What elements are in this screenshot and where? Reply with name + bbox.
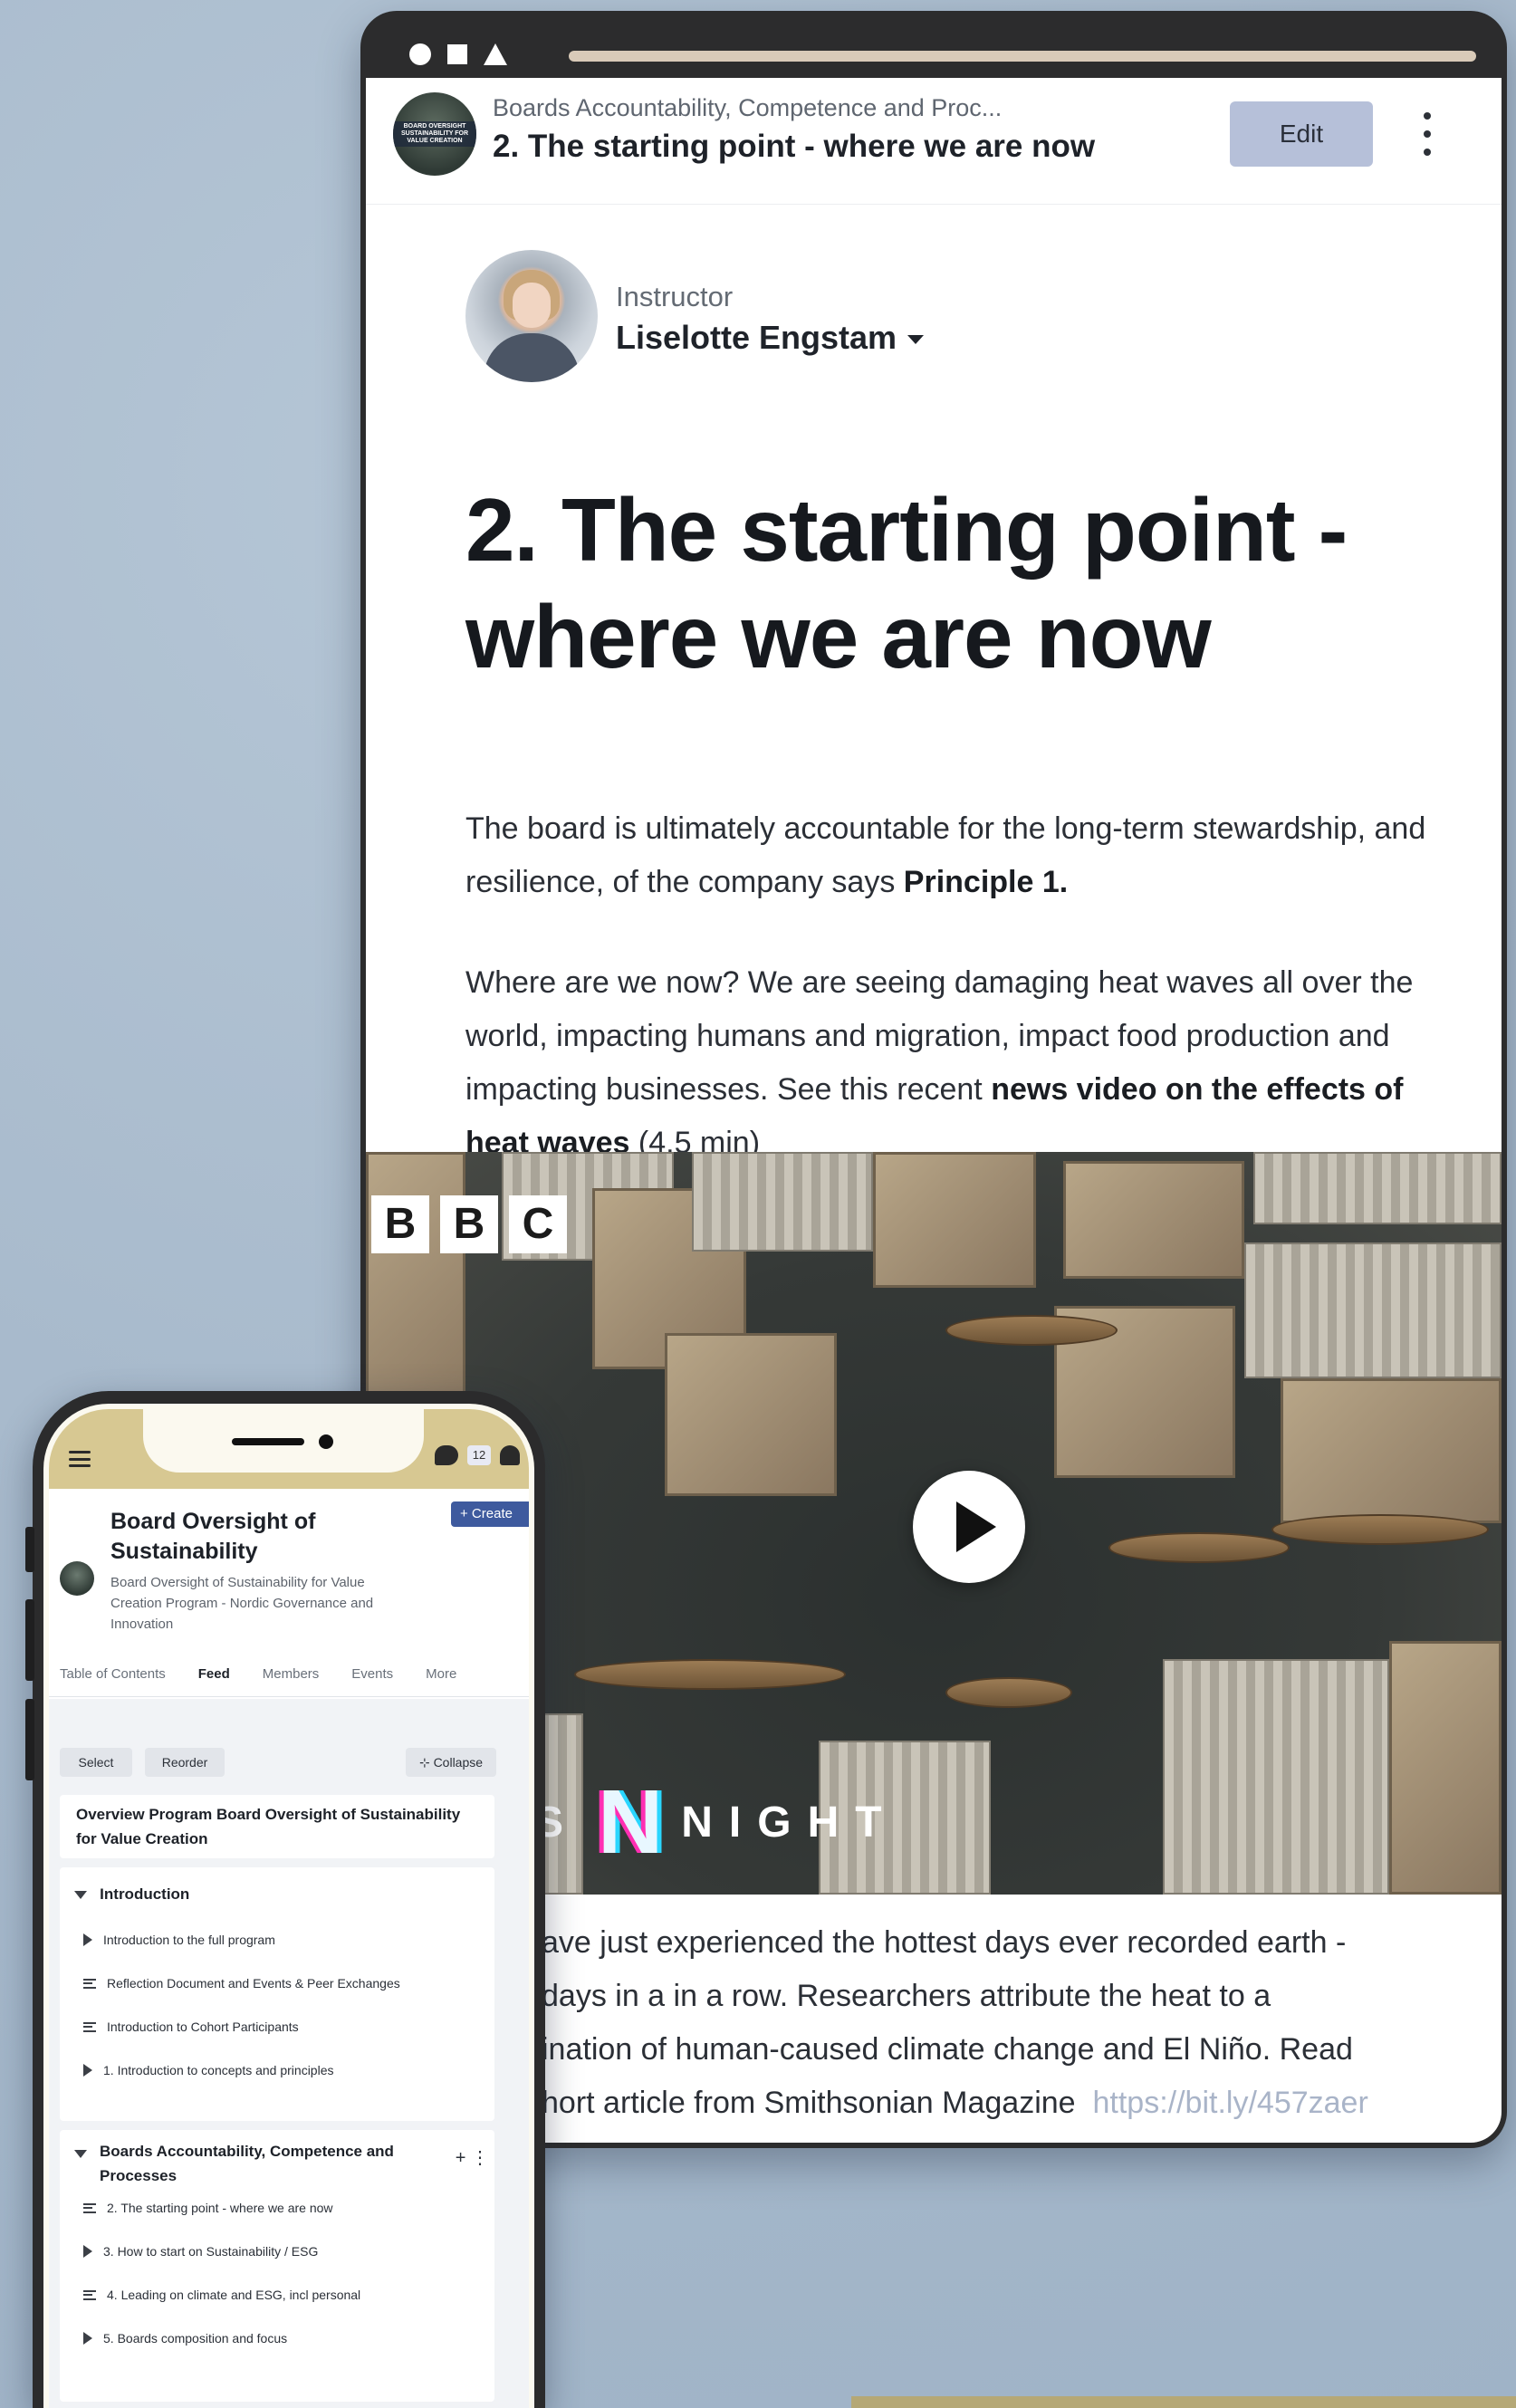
circle-icon bbox=[409, 43, 431, 65]
edit-button[interactable]: Edit bbox=[1230, 101, 1373, 167]
video-brand-logo: S N NIGHT bbox=[534, 1771, 898, 1873]
paragraph-hottest-days: ave just experienced the hottest days ev… bbox=[542, 1925, 1368, 2120]
reorder-button[interactable]: Reorder bbox=[145, 1748, 225, 1777]
phone-notch bbox=[143, 1409, 424, 1473]
window-controls bbox=[409, 43, 507, 65]
group-tabs: Table of Contents Feed Members Events Mo… bbox=[49, 1666, 529, 1705]
chevron-right-icon bbox=[83, 2064, 92, 2077]
page-title: 2. The starting point - where we are now bbox=[465, 480, 1348, 686]
tab-more[interactable]: More bbox=[426, 1666, 456, 1696]
list-item[interactable]: 5. Boards composition and focus bbox=[83, 2331, 287, 2346]
breadcrumb[interactable]: Boards Accountability, Competence and Pr… bbox=[493, 94, 1002, 122]
collapse-button[interactable]: ⊹ Collapse bbox=[406, 1748, 496, 1777]
tab-table-of-contents[interactable]: Table of Contents bbox=[60, 1666, 166, 1705]
phone-frame: 12 + Create Board Oversight of Sustainab… bbox=[25, 1391, 545, 2408]
list-item[interactable]: 3. How to start on Sustainability / ESG bbox=[83, 2244, 318, 2259]
instructor-name-dropdown[interactable]: Liselotte Engstam bbox=[616, 319, 925, 357]
list-item[interactable]: Introduction to Cohort Participants bbox=[83, 2019, 299, 2034]
section-introduction: Introduction Introduction to the full pr… bbox=[60, 1867, 494, 2121]
paragraph-principle: The board is ultimately accountable for … bbox=[465, 811, 1426, 899]
list-item[interactable]: Introduction to the full program bbox=[83, 1933, 275, 1947]
course-logo-text: BOARD OVERSIGHT SUSTAINABILITY FOR VALUE… bbox=[393, 121, 476, 147]
chevron-down-icon bbox=[74, 1891, 87, 1899]
overview-item[interactable]: Overview Program Board Oversight of Sust… bbox=[60, 1795, 494, 1858]
video-scene bbox=[366, 1152, 465, 1424]
paragraph-heat-waves: Where are we now? We are seeing damaging… bbox=[465, 965, 1414, 1160]
phone-screen: 12 + Create Board Oversight of Sustainab… bbox=[43, 1404, 534, 2408]
section-header[interactable]: Boards Accountability, Competence and Pr… bbox=[74, 2139, 418, 2188]
bell-icon[interactable] bbox=[500, 1445, 520, 1465]
group-title: Board Oversight of Sustainability bbox=[110, 1509, 316, 1564]
lesson-title-small: 2. The starting point - where we are now bbox=[493, 129, 1096, 164]
select-button[interactable]: Select bbox=[60, 1748, 132, 1777]
instructor-name: Liselotte Engstam bbox=[616, 319, 897, 356]
course-logo[interactable]: BOARD OVERSIGHT SUSTAINABILITY FOR VALUE… bbox=[393, 92, 476, 176]
add-lesson-icon[interactable]: + ⋮ bbox=[456, 2146, 489, 2169]
play-icon[interactable] bbox=[913, 1471, 1025, 1583]
document-icon bbox=[83, 2289, 96, 2300]
list-item[interactable]: 1. Introduction to concepts and principl… bbox=[83, 2063, 334, 2077]
tab-feed[interactable]: Feed bbox=[198, 1666, 230, 1696]
group-logo bbox=[60, 1561, 94, 1596]
document-icon bbox=[83, 2021, 96, 2032]
avatar bbox=[465, 250, 598, 382]
chat-icon[interactable] bbox=[435, 1445, 458, 1465]
n-logo-icon: N bbox=[598, 1771, 664, 1873]
list-item[interactable]: Reflection Document and Events & Peer Ex… bbox=[83, 1976, 400, 1991]
more-options-icon[interactable] bbox=[1416, 112, 1438, 156]
menu-icon[interactable] bbox=[69, 1451, 91, 1467]
document-icon bbox=[83, 2202, 96, 2213]
triangle-icon bbox=[484, 43, 507, 65]
notification-count-badge[interactable]: 12 bbox=[467, 1445, 491, 1465]
create-button[interactable]: + Create bbox=[451, 1501, 529, 1527]
bbc-logo: B B C bbox=[371, 1195, 567, 1253]
smithsonian-link[interactable]: https://bit.ly/457zaer bbox=[1093, 2086, 1368, 2120]
caret-down-icon bbox=[907, 335, 925, 345]
address-bar[interactable] bbox=[569, 51, 1476, 62]
list-item[interactable]: 2. The starting point - where we are now bbox=[83, 2201, 333, 2215]
instructor-label: Instructor bbox=[616, 281, 734, 312]
chevron-down-icon bbox=[74, 2150, 87, 2158]
list-item[interactable]: 4. Leading on climate and ESG, incl pers… bbox=[83, 2288, 360, 2302]
tab-events[interactable]: Events bbox=[351, 1666, 393, 1696]
section-header[interactable]: Introduction bbox=[74, 1885, 189, 1904]
square-icon bbox=[447, 44, 467, 64]
section-accountability: Boards Accountability, Competence and Pr… bbox=[60, 2130, 494, 2402]
decorative-strip bbox=[851, 2396, 1516, 2408]
chevron-right-icon bbox=[83, 1933, 92, 1946]
chevron-right-icon bbox=[83, 2245, 92, 2258]
chevron-right-icon bbox=[83, 2332, 92, 2345]
document-icon bbox=[83, 1978, 96, 1989]
table-of-contents: Select Reorder ⊹ Collapse Overview Progr… bbox=[49, 1699, 529, 2408]
group-subtitle: Board Oversight of Sustainability for Va… bbox=[110, 1575, 374, 1632]
tab-members[interactable]: Members bbox=[263, 1666, 320, 1696]
lesson-topbar: BOARD OVERSIGHT SUSTAINABILITY FOR VALUE… bbox=[366, 78, 1502, 205]
group-page: + Create Board Oversight of Sustainabili… bbox=[49, 1489, 529, 2408]
